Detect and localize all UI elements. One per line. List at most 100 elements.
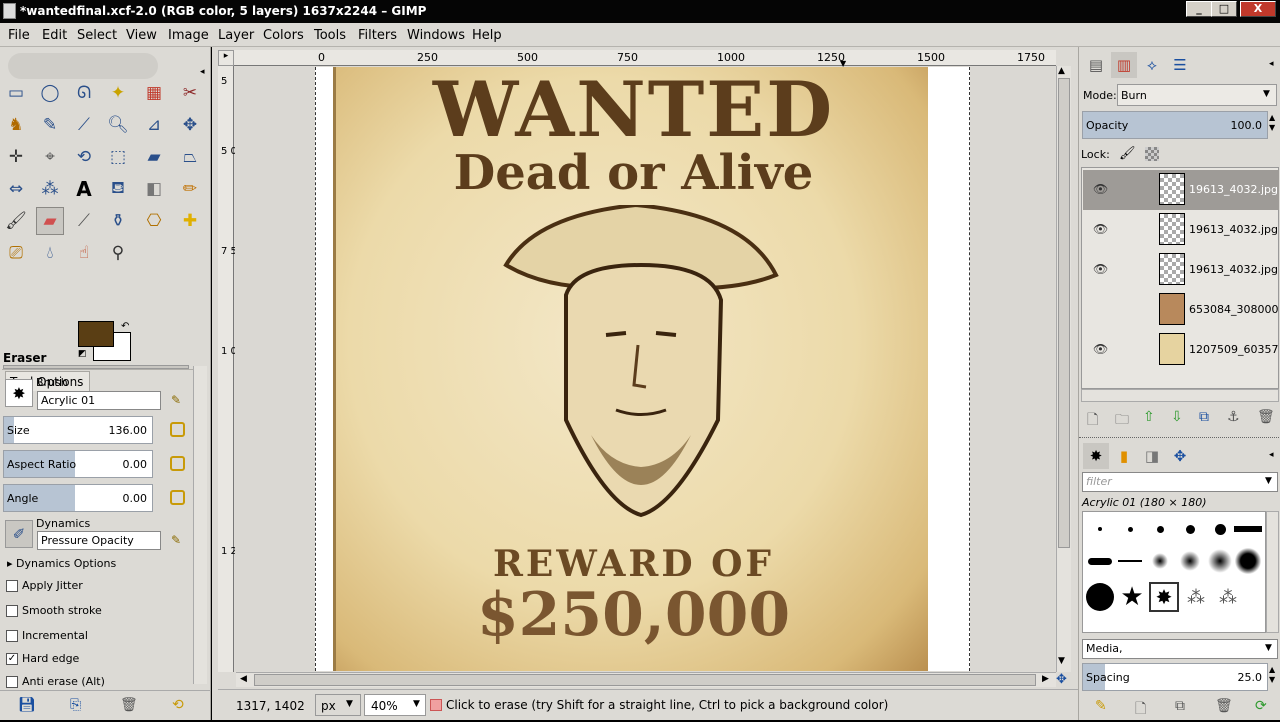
brush-name-field[interactable]: Acrylic 01: [37, 391, 161, 410]
lower-layer-icon[interactable]: ⇩: [1171, 409, 1183, 425]
reset-options-icon[interactable]: ⟲: [172, 697, 184, 713]
layer-row[interactable]: 653084_30800049: [1083, 290, 1279, 330]
raise-layer-icon[interactable]: ⇧: [1143, 409, 1155, 425]
scroll-up-icon[interactable]: ▲: [1058, 66, 1065, 76]
smooth-stroke-checkbox[interactable]: [6, 605, 18, 617]
brush-filter-input[interactable]: filter ▼: [1082, 472, 1278, 492]
minimize-button[interactable]: _: [1186, 1, 1212, 17]
layers-tab-icon[interactable]: ▤: [1083, 52, 1109, 78]
brush-item[interactable]: [1175, 546, 1205, 576]
free-select-icon[interactable]: ᘏ: [70, 79, 98, 107]
brush-grid[interactable]: ★ ✸ ⁂ ⁂: [1082, 511, 1266, 633]
scroll-thumb[interactable]: [254, 674, 1036, 686]
select-by-color-icon[interactable]: ▦: [140, 79, 168, 107]
cage-transform-icon[interactable]: ⁂: [36, 175, 64, 203]
menu-colors[interactable]: Colors: [263, 28, 304, 43]
brush-item[interactable]: ⁂: [1213, 582, 1243, 612]
eraser-icon[interactable]: ▰: [36, 207, 64, 235]
maximize-button[interactable]: □: [1211, 1, 1237, 17]
anchor-layer-icon[interactable]: ⚓︎: [1227, 409, 1240, 425]
incremental-checkbox[interactable]: [6, 630, 18, 642]
layer-name[interactable]: 19613_4032.jpg #: [1189, 263, 1279, 276]
flip-icon[interactable]: ⇔: [2, 175, 30, 203]
aspect-ratio-slider[interactable]: Aspect Ratio 0.00: [3, 450, 153, 478]
new-layer-icon[interactable]: 🗋: [1087, 409, 1098, 433]
rect-select-icon[interactable]: ▭: [2, 79, 30, 107]
perspective-icon[interactable]: ⏢: [176, 143, 204, 171]
brush-item[interactable]: [1085, 582, 1115, 612]
angle-reset-icon[interactable]: [170, 490, 185, 505]
spacing-slider[interactable]: Spacing 25.0: [1082, 663, 1268, 691]
lock-pixels-icon[interactable]: 🖌︎: [1119, 146, 1136, 161]
brush-item[interactable]: [1115, 546, 1145, 576]
brush-tag-input[interactable]: Media, ▼: [1082, 639, 1278, 659]
paths-tab-icon[interactable]: ⟡: [1139, 52, 1165, 78]
clone-icon[interactable]: ⎔: [140, 207, 168, 235]
paths-icon[interactable]: ✎: [36, 111, 64, 139]
blend-icon[interactable]: ◧: [140, 175, 168, 203]
measure-icon[interactable]: ⊿: [140, 111, 168, 139]
ink-icon[interactable]: ⚱: [104, 207, 132, 235]
edit-brush-icon[interactable]: ✎: [171, 393, 185, 407]
menu-edit[interactable]: Edit: [42, 28, 67, 43]
canvas-vertical-scrollbar[interactable]: ▲ ▼: [1056, 66, 1071, 672]
undo-history-tab-icon[interactable]: ☰: [1167, 52, 1193, 78]
gradients-tab-icon[interactable]: ◨: [1139, 443, 1165, 469]
panel-menu-icon[interactable]: ◂: [200, 67, 205, 77]
brush-grid-scrollbar[interactable]: [1266, 511, 1279, 633]
zoom-select[interactable]: 40% ▼: [364, 694, 426, 716]
foreground-color-swatch[interactable]: [78, 321, 114, 347]
dynamics-field[interactable]: Pressure Opacity: [37, 531, 161, 550]
navigation-tab-icon[interactable]: ✥: [1167, 443, 1193, 469]
navigate-icon[interactable]: ✥: [1056, 672, 1071, 687]
perspective-clone-icon[interactable]: ⎚: [2, 239, 30, 267]
scroll-left-icon[interactable]: ◀: [240, 674, 247, 684]
menu-filters[interactable]: Filters: [358, 28, 397, 43]
acrylic-brush-icon[interactable]: ✸: [1149, 582, 1179, 612]
aspect-reset-icon[interactable]: [170, 456, 185, 471]
zoom-icon[interactable]: 🔍︎: [104, 111, 132, 139]
pencil-icon[interactable]: ✏: [176, 175, 204, 203]
unit-select[interactable]: px ▼: [315, 694, 361, 716]
menu-help[interactable]: Help: [472, 28, 502, 43]
apply-jitter-checkbox[interactable]: [6, 580, 18, 592]
refresh-brushes-icon[interactable]: ⟳: [1255, 698, 1267, 714]
opacity-slider[interactable]: Opacity 100.0: [1082, 111, 1268, 139]
eye-icon[interactable]: 👁︎: [1093, 262, 1108, 276]
duplicate-brush-icon[interactable]: ⧉: [1175, 698, 1185, 714]
new-layer-group-icon[interactable]: 🗀: [1115, 409, 1129, 433]
crop-icon[interactable]: ⌖: [36, 143, 64, 171]
foreground-select-icon[interactable]: ♞: [2, 111, 30, 139]
delete-options-icon[interactable]: 🗑︎: [120, 697, 138, 713]
brush-item[interactable]: [1233, 546, 1263, 576]
delete-layer-icon[interactable]: 🗑︎: [1257, 409, 1275, 425]
layer-row[interactable]: 👁︎ 19613_4032.jpg #: [1083, 210, 1279, 250]
menu-tools[interactable]: Tools: [314, 28, 346, 43]
scissors-icon[interactable]: ✂: [176, 79, 204, 107]
brush-item[interactable]: [1175, 514, 1205, 544]
size-reset-icon[interactable]: [170, 422, 185, 437]
layer-row[interactable]: 👁︎ 1207509_6035728: [1083, 330, 1279, 370]
anti-erase-checkbox[interactable]: [6, 676, 18, 688]
brush-item[interactable]: [1085, 546, 1115, 576]
channels-tab-icon[interactable]: ▥: [1111, 52, 1137, 78]
close-button[interactable]: X: [1240, 1, 1276, 17]
lock-alpha-icon[interactable]: [1145, 147, 1159, 161]
image-canvas[interactable]: WANTED Dead or Alive REWARD OF $250,000: [235, 67, 1055, 671]
mode-select[interactable]: Burn ▼: [1117, 84, 1277, 106]
eye-icon[interactable]: 👁︎: [1093, 342, 1108, 356]
paintbrush-icon[interactable]: 🖌︎: [2, 207, 30, 235]
eye-icon[interactable]: 👁︎: [1093, 182, 1108, 196]
brush-item[interactable]: [1115, 514, 1145, 544]
align-icon[interactable]: ✛: [2, 143, 30, 171]
airbrush-icon[interactable]: ⟋: [70, 207, 98, 235]
layer-name[interactable]: 653084_30800049: [1189, 303, 1279, 316]
menu-select[interactable]: Select: [77, 28, 117, 43]
scale-icon[interactable]: ⬚: [104, 143, 132, 171]
scroll-thumb[interactable]: [1058, 78, 1070, 548]
layer-name[interactable]: 19613_4032.jpg #: [1189, 223, 1279, 236]
layer-name[interactable]: 1207509_6035728: [1189, 343, 1279, 356]
canvas-horizontal-scrollbar[interactable]: ◀ ▶: [236, 672, 1056, 687]
menu-view[interactable]: View: [126, 28, 157, 43]
brush-item[interactable]: [1145, 546, 1175, 576]
